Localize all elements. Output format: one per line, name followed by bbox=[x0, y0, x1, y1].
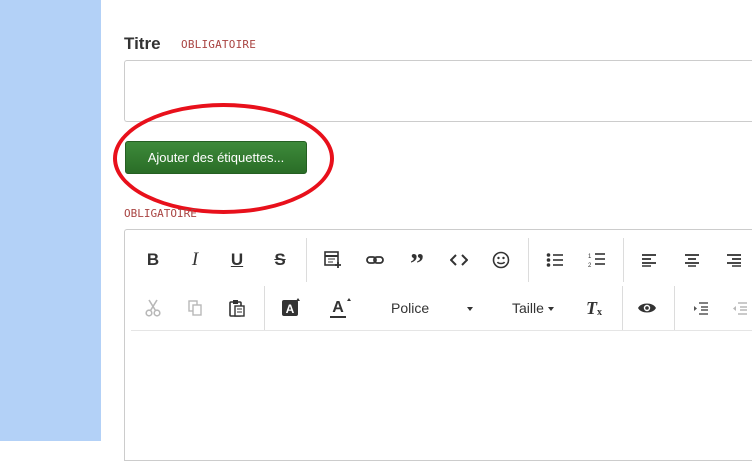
title-input[interactable] bbox=[124, 60, 752, 122]
title-label: Titre bbox=[124, 34, 161, 53]
svg-text:2: 2 bbox=[588, 263, 592, 269]
rich-text-editor[interactable]: B I U S ” 12 A A Police Taille T x bbox=[124, 229, 752, 461]
italic-icon[interactable]: I bbox=[180, 245, 210, 275]
svg-text:A: A bbox=[332, 299, 344, 316]
numbered-list-icon[interactable]: 12 bbox=[582, 245, 612, 275]
underline-icon[interactable]: U bbox=[222, 245, 252, 275]
align-right-icon[interactable] bbox=[719, 245, 749, 275]
preview-eye-icon[interactable] bbox=[632, 293, 662, 323]
toolbar-separator bbox=[264, 286, 265, 330]
cut-icon[interactable] bbox=[138, 293, 168, 323]
clear-formatting-icon[interactable]: Tx bbox=[579, 293, 609, 323]
size-dropdown-label: Taille bbox=[512, 300, 544, 316]
indent-icon[interactable] bbox=[686, 293, 716, 323]
text-color-icon[interactable]: A bbox=[326, 293, 356, 323]
bold-icon[interactable]: B bbox=[138, 245, 168, 275]
chevron-down-icon bbox=[467, 307, 474, 312]
code-icon[interactable] bbox=[444, 245, 474, 275]
left-sidebar bbox=[0, 0, 101, 441]
font-dropdown-label: Police bbox=[391, 300, 430, 316]
toolbar-separator bbox=[528, 238, 529, 282]
strikethrough-icon[interactable]: S bbox=[265, 245, 295, 275]
toolbar-divider bbox=[131, 330, 752, 331]
blockquote-icon[interactable]: ” bbox=[402, 245, 432, 280]
editor-toolbar-row-2: A A Police Taille Tx bbox=[125, 284, 752, 332]
toolbar-separator bbox=[622, 286, 623, 330]
background-color-icon[interactable]: A bbox=[276, 293, 306, 323]
copy-icon[interactable] bbox=[180, 293, 210, 323]
font-dropdown[interactable]: Police bbox=[391, 294, 474, 322]
title-required-badge: OBLIGATOIRE bbox=[181, 38, 257, 51]
align-left-icon[interactable] bbox=[634, 245, 664, 275]
editor-toolbar-row-1: B I U S ” 12 bbox=[125, 236, 752, 284]
paste-icon[interactable] bbox=[222, 293, 252, 323]
align-center-icon[interactable] bbox=[677, 245, 707, 275]
chevron-down-icon bbox=[547, 307, 554, 312]
insert-table-icon[interactable] bbox=[318, 245, 348, 275]
bullet-list-icon[interactable] bbox=[540, 245, 570, 275]
svg-text:1: 1 bbox=[588, 254, 592, 260]
link-icon[interactable] bbox=[360, 245, 390, 275]
toolbar-separator bbox=[306, 238, 307, 282]
emoji-icon[interactable] bbox=[486, 245, 516, 275]
size-dropdown[interactable]: Taille bbox=[512, 294, 554, 322]
toolbar-separator bbox=[623, 238, 624, 282]
add-tags-button[interactable]: Ajouter des étiquettes... bbox=[125, 141, 307, 174]
svg-text:A: A bbox=[286, 302, 295, 316]
body-required-badge: OBLIGATOIRE bbox=[124, 207, 197, 220]
outdent-icon[interactable] bbox=[725, 293, 752, 323]
form-area: Titre OBLIGATOIRE Ajouter des étiquettes… bbox=[101, 0, 752, 461]
toolbar-separator bbox=[674, 286, 675, 330]
